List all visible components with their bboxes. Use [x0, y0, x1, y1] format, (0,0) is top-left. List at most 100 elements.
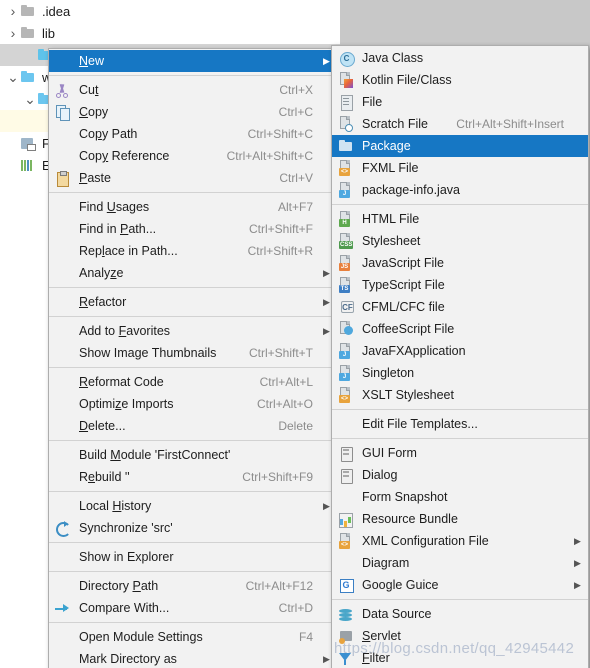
- menu-separator: [49, 622, 337, 623]
- folder-gray-icon: [20, 26, 37, 40]
- menu-item-rebuild-default[interactable]: Rebuild '' Ctrl+Shift+F9: [49, 466, 337, 488]
- menu-item-analyze[interactable]: Analyze ▶: [49, 262, 337, 284]
- menu-item-data-source[interactable]: Data Source: [332, 603, 588, 625]
- menu-item-show-in-explorer[interactable]: Show in Explorer: [49, 546, 337, 568]
- data-source-icon: [336, 606, 356, 622]
- blank-icon: [53, 148, 73, 164]
- tree-row[interactable]: › .idea: [0, 0, 340, 22]
- menu-item-label: Analyze: [79, 266, 124, 280]
- menu-item-synchronize-src[interactable]: Synchronize 'src': [49, 517, 337, 539]
- menu-item-mark-directory-as[interactable]: Mark Directory as ▶: [49, 648, 337, 668]
- menu-item-label: Delete...: [79, 419, 126, 433]
- blank-icon: [53, 418, 73, 434]
- menu-item-package[interactable]: Package: [332, 135, 588, 157]
- menu-item-javafxapplication[interactable]: J JavaFXApplication: [332, 340, 588, 362]
- chevron-right-icon[interactable]: ›: [6, 3, 20, 19]
- xslt-file-icon: <>: [336, 387, 356, 403]
- menu-item-find-usages[interactable]: Find Usages Alt+F7: [49, 196, 337, 218]
- menu-separator: [49, 440, 337, 441]
- menu-item-open-module-settings[interactable]: Open Module Settings F4: [49, 626, 337, 648]
- submenu-arrow-icon: ▶: [323, 653, 330, 664]
- chevron-right-icon[interactable]: ›: [6, 25, 20, 41]
- menu-item-javascript-file[interactable]: JS JavaScript File: [332, 252, 588, 274]
- menu-item-compare-with[interactable]: Compare With... Ctrl+D: [49, 597, 337, 619]
- menu-item-xslt-stylesheet[interactable]: <> XSLT Stylesheet: [332, 384, 588, 406]
- menu-item-copy-reference[interactable]: Copy Reference Ctrl+Alt+Shift+C: [49, 145, 337, 167]
- menu-separator: [49, 571, 337, 572]
- new-submenu[interactable]: Java Class Kotlin File/Class File Scratch F…: [331, 45, 589, 668]
- menu-item-stylesheet[interactable]: CSS Stylesheet: [332, 230, 588, 252]
- menu-item-form-snapshot[interactable]: Form Snapshot: [332, 486, 588, 508]
- menu-item-directory-path[interactable]: Directory Path Ctrl+Alt+F12: [49, 575, 337, 597]
- js-file-icon: JS: [336, 255, 356, 271]
- submenu-arrow-icon: ▶: [574, 579, 581, 590]
- cfml-file-icon: CF: [341, 301, 354, 313]
- menu-item-dialog[interactable]: Dialog: [332, 464, 588, 486]
- menu-item-label: Edit File Templates...: [362, 417, 478, 431]
- menu-item-resource-bundle[interactable]: Resource Bundle: [332, 508, 588, 530]
- menu-item-edit-file-templates[interactable]: Edit File Templates...: [332, 413, 588, 435]
- tree-row-label: .idea: [42, 3, 71, 19]
- menu-item-gui-form[interactable]: GUI Form: [332, 442, 588, 464]
- html-file-icon: H: [336, 211, 356, 227]
- menu-item-refactor[interactable]: Refactor ▶: [49, 291, 337, 313]
- menu-item-cut[interactable]: Cut Ctrl+X: [49, 79, 337, 101]
- chevron-down-icon[interactable]: ⌄: [6, 70, 20, 84]
- menu-item-scratch-file[interactable]: Scratch File Ctrl+Alt+Shift+Insert: [332, 113, 588, 135]
- menu-item-google-guice[interactable]: Google Guice ▶: [332, 574, 588, 596]
- menu-item-label: Servlet: [362, 629, 401, 643]
- menu-item-paste[interactable]: Paste Ctrl+V: [49, 167, 337, 189]
- menu-separator: [49, 491, 337, 492]
- chevron-down-icon[interactable]: ⌄: [23, 92, 37, 106]
- menu-item-build-module-firstconnect[interactable]: Build Module 'FirstConnect': [49, 444, 337, 466]
- menu-separator: [332, 599, 588, 600]
- menu-item-package-info-java[interactable]: Jpackage-info.java: [332, 179, 588, 201]
- menu-item-shortcut: Ctrl+Shift+F9: [242, 470, 313, 484]
- menu-item-kotlin-file-class[interactable]: Kotlin File/Class: [332, 69, 588, 91]
- menu-item-label: Paste: [79, 171, 111, 185]
- submenu-arrow-icon: ▶: [574, 535, 581, 546]
- menu-separator: [332, 204, 588, 205]
- submenu-arrow-icon: ▶: [574, 557, 581, 568]
- menu-separator: [49, 192, 337, 193]
- submenu-arrow-icon: ▶: [323, 500, 330, 511]
- menu-item-cfml-cfc-file[interactable]: CF CFML/CFC file: [332, 296, 588, 318]
- menu-item-reformat-code[interactable]: Reformat Code Ctrl+Alt+L: [49, 371, 337, 393]
- menu-item-label: Resource Bundle: [362, 512, 458, 526]
- menu-item-file[interactable]: File: [332, 91, 588, 113]
- menu-item-label: GUI Form: [362, 446, 417, 460]
- menu-item-optimize-imports[interactable]: Optimize Imports Ctrl+Alt+O: [49, 393, 337, 415]
- project-context-menu[interactable]: New ▶ Cut Ctrl+X Copy Ctrl+C Copy Path Ctrl+Shi…: [48, 48, 338, 668]
- menu-item-java-class[interactable]: Java Class: [332, 47, 588, 69]
- menu-item-replace-in-path[interactable]: Replace in Path... Ctrl+Shift+R: [49, 240, 337, 262]
- menu-item-typescript-file[interactable]: TS TypeScript File: [332, 274, 588, 296]
- menu-item-singleton[interactable]: J Singleton: [332, 362, 588, 384]
- menu-item-label: Package: [362, 139, 411, 153]
- menu-item-diagram[interactable]: Diagram ▶: [332, 552, 588, 574]
- menu-item-add-to-favorites[interactable]: Add to Favorites ▶: [49, 320, 337, 342]
- menu-item-servlet[interactable]: Servlet: [332, 625, 588, 647]
- java-class-icon: [336, 50, 356, 67]
- menu-separator: [332, 409, 588, 410]
- tree-row[interactable]: › lib: [0, 22, 340, 44]
- menu-item-filter[interactable]: Filter: [332, 647, 588, 668]
- menu-item-label: Kotlin File/Class: [362, 73, 452, 87]
- blank-icon: [53, 629, 73, 645]
- menu-item-find-in-path[interactable]: Find in Path... Ctrl+Shift+F: [49, 218, 337, 240]
- menu-item-label: TypeScript File: [362, 278, 445, 292]
- menu-item-fxml-file[interactable]: <> FXML File: [332, 157, 588, 179]
- menu-item-show-image-thumbnails[interactable]: Show Image Thumbnails Ctrl+Shift+T: [49, 342, 337, 364]
- menu-item-copy[interactable]: Copy Ctrl+C: [49, 101, 337, 123]
- menu-item-copy-path[interactable]: Copy Path Ctrl+Shift+C: [49, 123, 337, 145]
- css-file-icon: CSS: [336, 233, 356, 249]
- menu-item-delete[interactable]: Delete... Delete: [49, 415, 337, 437]
- blank-icon: [53, 126, 73, 142]
- menu-item-new[interactable]: New ▶: [49, 50, 337, 72]
- copy-icon: [53, 104, 73, 121]
- menu-item-xml-configuration-file[interactable]: <> XML Configuration File ▶: [332, 530, 588, 552]
- gui-form-icon: [336, 445, 356, 462]
- menu-item-html-file[interactable]: H HTML File: [332, 208, 588, 230]
- menu-item-coffeescript-file[interactable]: CoffeeScript File: [332, 318, 588, 340]
- menu-item-local-history[interactable]: Local History ▶: [49, 495, 337, 517]
- libraries-icon: [20, 158, 37, 172]
